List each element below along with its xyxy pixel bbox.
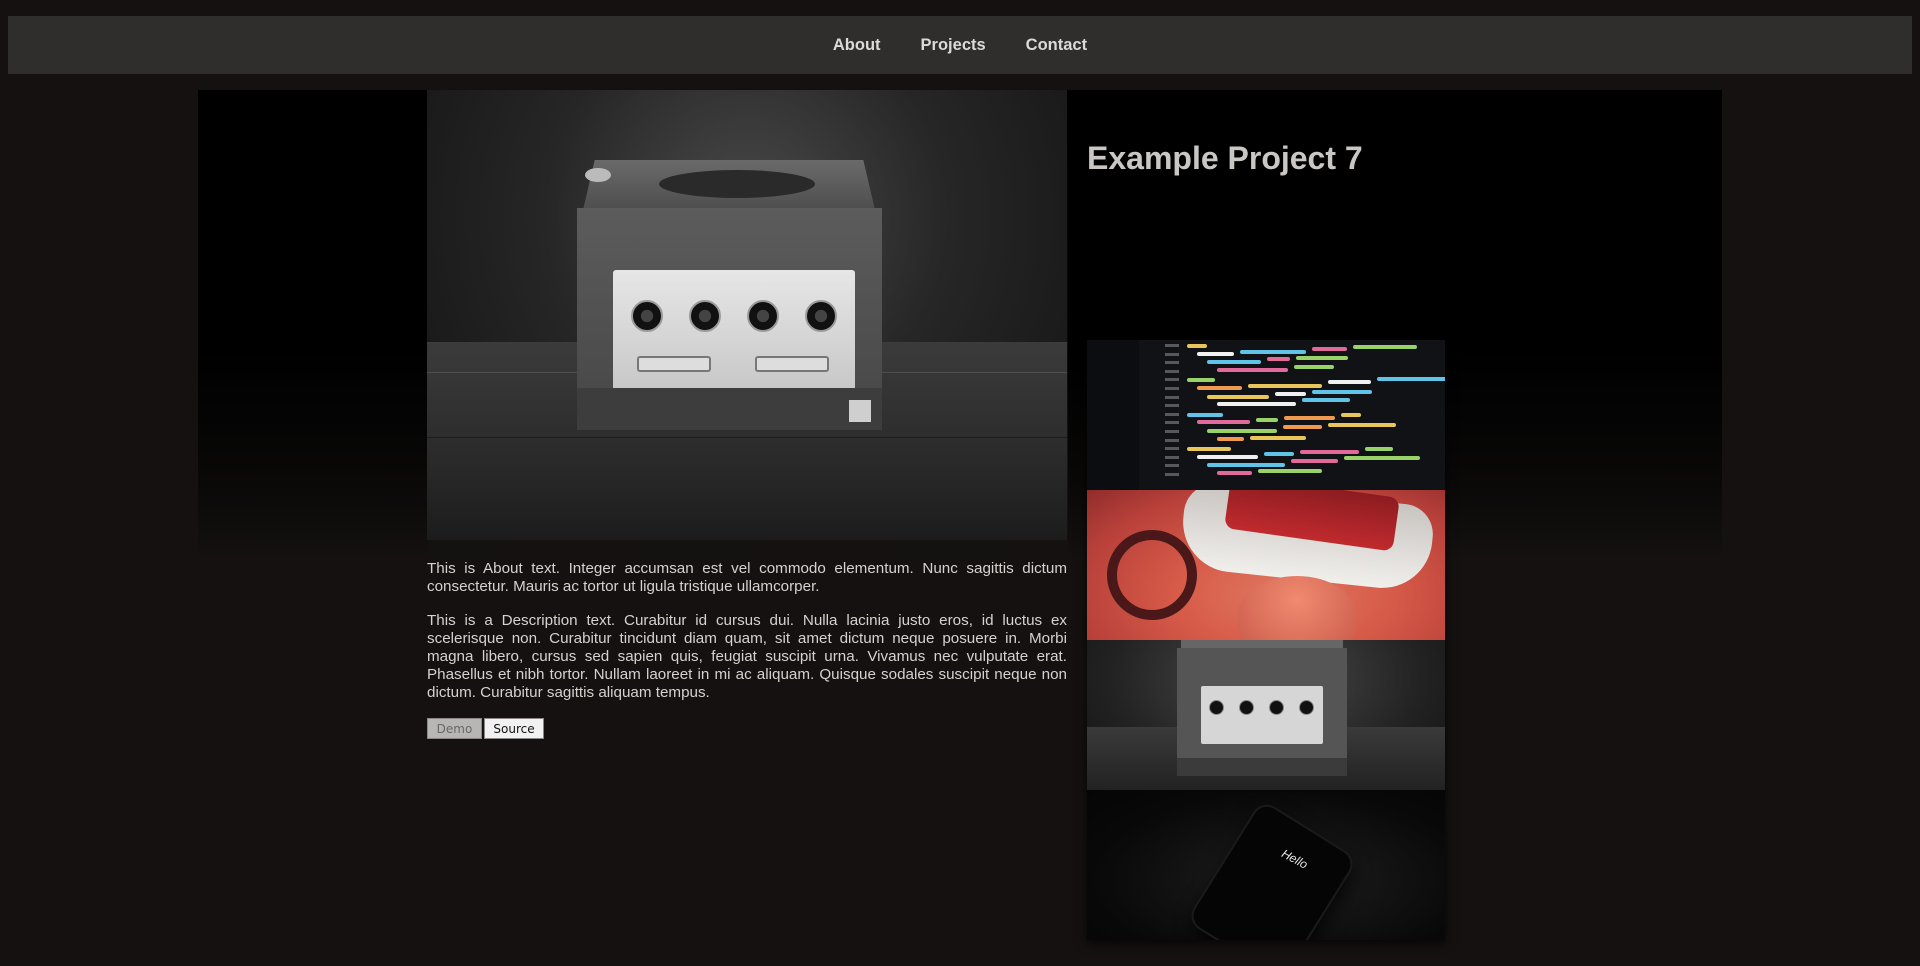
controller-port: [747, 300, 779, 332]
code-line: [1344, 456, 1420, 460]
code-line: [1353, 345, 1417, 349]
code-line: [1250, 436, 1306, 440]
code-line: [1258, 469, 1322, 473]
code-line-number: [1165, 413, 1179, 416]
code-line-number: [1165, 378, 1179, 381]
game-console-picture: [577, 160, 882, 435]
code-line-number: [1165, 439, 1179, 442]
project-buttons: Demo Source: [427, 718, 1067, 739]
code-line-number: [1165, 456, 1179, 459]
code-line: [1328, 423, 1396, 427]
code-line: [1291, 459, 1338, 463]
code-line: [1217, 402, 1296, 406]
gallery-thumbnail-phone[interactable]: Hello: [1087, 790, 1445, 940]
code-line: [1207, 429, 1277, 433]
controller-port: [1269, 700, 1284, 715]
code-line: [1294, 365, 1334, 369]
console-badge: [849, 400, 871, 422]
code-line: [1267, 357, 1290, 361]
code-line: [1296, 356, 1348, 360]
memory-slot: [637, 356, 711, 372]
power-button: [585, 168, 611, 182]
code-line: [1217, 368, 1288, 372]
code-line: [1187, 413, 1223, 417]
source-button[interactable]: Source: [484, 718, 544, 739]
code-line: [1341, 413, 1361, 417]
code-screen: [1139, 340, 1445, 490]
console-base: [577, 388, 882, 430]
code-line: [1248, 384, 1322, 388]
memory-slot: [755, 356, 829, 372]
controller-port: [805, 300, 837, 332]
code-line: [1207, 360, 1261, 364]
code-line: [1187, 344, 1207, 348]
nav-link-contact[interactable]: Contact: [1026, 36, 1087, 55]
code-line-number: [1165, 344, 1179, 347]
nav-link-projects[interactable]: Projects: [921, 36, 986, 55]
code-line: [1300, 450, 1359, 454]
code-line: [1264, 452, 1294, 456]
game-console-picture: [1177, 640, 1347, 780]
gallery-thumbnail-console[interactable]: [1087, 640, 1445, 790]
console-front-panel: [613, 270, 855, 405]
code-line: [1256, 418, 1278, 422]
code-line-number: [1165, 396, 1179, 399]
code-line-number: [1165, 353, 1179, 356]
console-front-panel: [1201, 686, 1323, 744]
code-line: [1207, 463, 1285, 467]
code-line: [1217, 437, 1244, 441]
vr-face: [1237, 576, 1357, 640]
controller-port: [689, 300, 721, 332]
code-line: [1197, 420, 1250, 424]
project-title: Example Project 7: [1087, 140, 1363, 176]
code-line-number: [1165, 387, 1179, 390]
code-line: [1377, 377, 1445, 381]
about-text: This is About text. Integer accumsan est…: [427, 560, 1067, 595]
code-line: [1217, 471, 1252, 475]
code-line: [1284, 416, 1335, 420]
nav-link-about[interactable]: About: [833, 36, 881, 55]
code-line: [1197, 352, 1234, 356]
code-line: [1312, 347, 1347, 351]
code-line: [1240, 350, 1306, 354]
code-line-number: [1165, 447, 1179, 450]
code-line-number: [1165, 464, 1179, 467]
code-line: [1197, 455, 1258, 459]
code-line-number: [1165, 361, 1179, 364]
code-line-number: [1165, 370, 1179, 373]
code-line: [1302, 398, 1350, 402]
code-line: [1207, 395, 1269, 399]
controller-port: [1209, 700, 1224, 715]
controller-port: [631, 300, 663, 332]
code-line-number: [1165, 404, 1179, 407]
console-lid: [659, 170, 815, 198]
project-text-column: This is About text. Integer accumsan est…: [427, 560, 1067, 739]
code-line: [1187, 378, 1215, 382]
project-gallery: Hello: [1087, 340, 1445, 940]
demo-button[interactable]: Demo: [427, 718, 482, 739]
code-line: [1283, 425, 1322, 429]
controller-port: [1299, 700, 1314, 715]
gallery-thumbnail-code[interactable]: [1087, 340, 1445, 490]
code-line-number: [1165, 421, 1179, 424]
code-line: [1197, 386, 1242, 390]
project-main-image: [427, 90, 1067, 540]
console-base: [1177, 758, 1347, 776]
description-text: This is a Description text. Curabitur id…: [427, 612, 1067, 701]
vr-strap: [1107, 530, 1197, 620]
code-line: [1312, 390, 1372, 394]
code-line-number: [1165, 473, 1179, 476]
gallery-thumbnail-vr[interactable]: [1087, 490, 1445, 640]
phone-picture: [1188, 801, 1356, 940]
code-line: [1187, 447, 1231, 451]
top-navbar: About Projects Contact: [8, 16, 1912, 74]
code-line: [1275, 392, 1306, 396]
code-line: [1365, 447, 1393, 451]
controller-port: [1239, 700, 1254, 715]
code-line: [1328, 380, 1371, 384]
code-line-number: [1165, 430, 1179, 433]
